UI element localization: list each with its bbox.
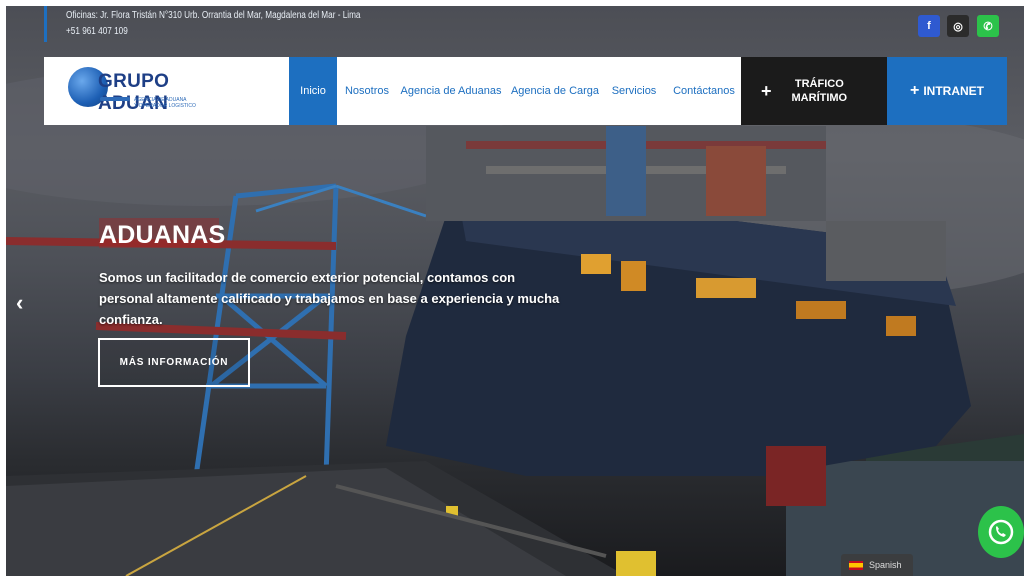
whatsapp-float-icon[interactable] [978,506,1024,558]
spain-flag-icon [849,560,863,570]
trafico-line-1: TRÁFICO [794,78,844,90]
nav-item-nosotros[interactable]: Nosotros [342,57,392,125]
instagram-icon[interactable]: ◎ [947,15,969,37]
intranet-label: INTRANET [923,84,984,98]
topbar-address: Oficinas: Jr. Flora Tristán N°310 Urb. O… [66,10,361,21]
page-viewport: Oficinas: Jr. Flora Tristán N°310 Urb. O… [6,6,1024,576]
language-selector[interactable]: Spanish [841,554,913,576]
logo-subtitle: AGENCIA DE ADUANA Y OPERADOR LOGISTICO [134,97,196,109]
slide-title: ADUANAS [99,221,226,249]
topbar-contact: Oficinas: Jr. Flora Tristán N°310 Urb. O… [66,8,360,40]
main-navbar: GRUPO ADUAN AGENCIA DE ADUANA Y OPERADOR… [44,57,1007,125]
topbar-phone[interactable]: +51 961 407 109 [66,24,360,40]
plus-icon: + [909,82,920,99]
nav-item-agencia-carga[interactable]: Agencia de Carga [510,57,600,125]
intranet-button[interactable]: + INTRANET [887,57,1007,125]
nav-item-contactanos[interactable]: Contáctanos [672,57,736,125]
trafico-line-2: MARÍTIMO [791,92,848,104]
logo-subtitle-2: Y OPERADOR LOGISTICO [134,103,196,109]
more-info-button[interactable]: MÁS INFORMACIÓN [98,338,250,387]
logo-swoosh [100,97,130,101]
language-label: Spanish [869,560,902,570]
topbar-accent-line [44,6,47,42]
plus-icon: + [761,80,772,101]
trafico-maritimo-label: TRÁFICO MARÍTIMO [792,77,848,105]
nav-item-agencia-aduanas[interactable]: Agencia de Aduanas [401,57,502,125]
carousel-prev-icon[interactable]: ‹ [16,290,23,316]
slide-description: Somos un facilitador de comercio exterio… [99,270,560,327]
facebook-icon[interactable]: f [918,15,940,37]
nav-item-servicios[interactable]: Servicios [606,57,662,125]
whatsapp-phone-icon [988,519,1014,545]
trafico-maritimo-button[interactable]: + TRÁFICO MARÍTIMO [741,57,887,125]
nav-item-inicio[interactable]: Inicio [289,57,337,125]
logo[interactable]: GRUPO ADUAN AGENCIA DE ADUANA Y OPERADOR… [68,65,238,117]
whatsapp-icon[interactable]: ✆ [977,15,999,37]
